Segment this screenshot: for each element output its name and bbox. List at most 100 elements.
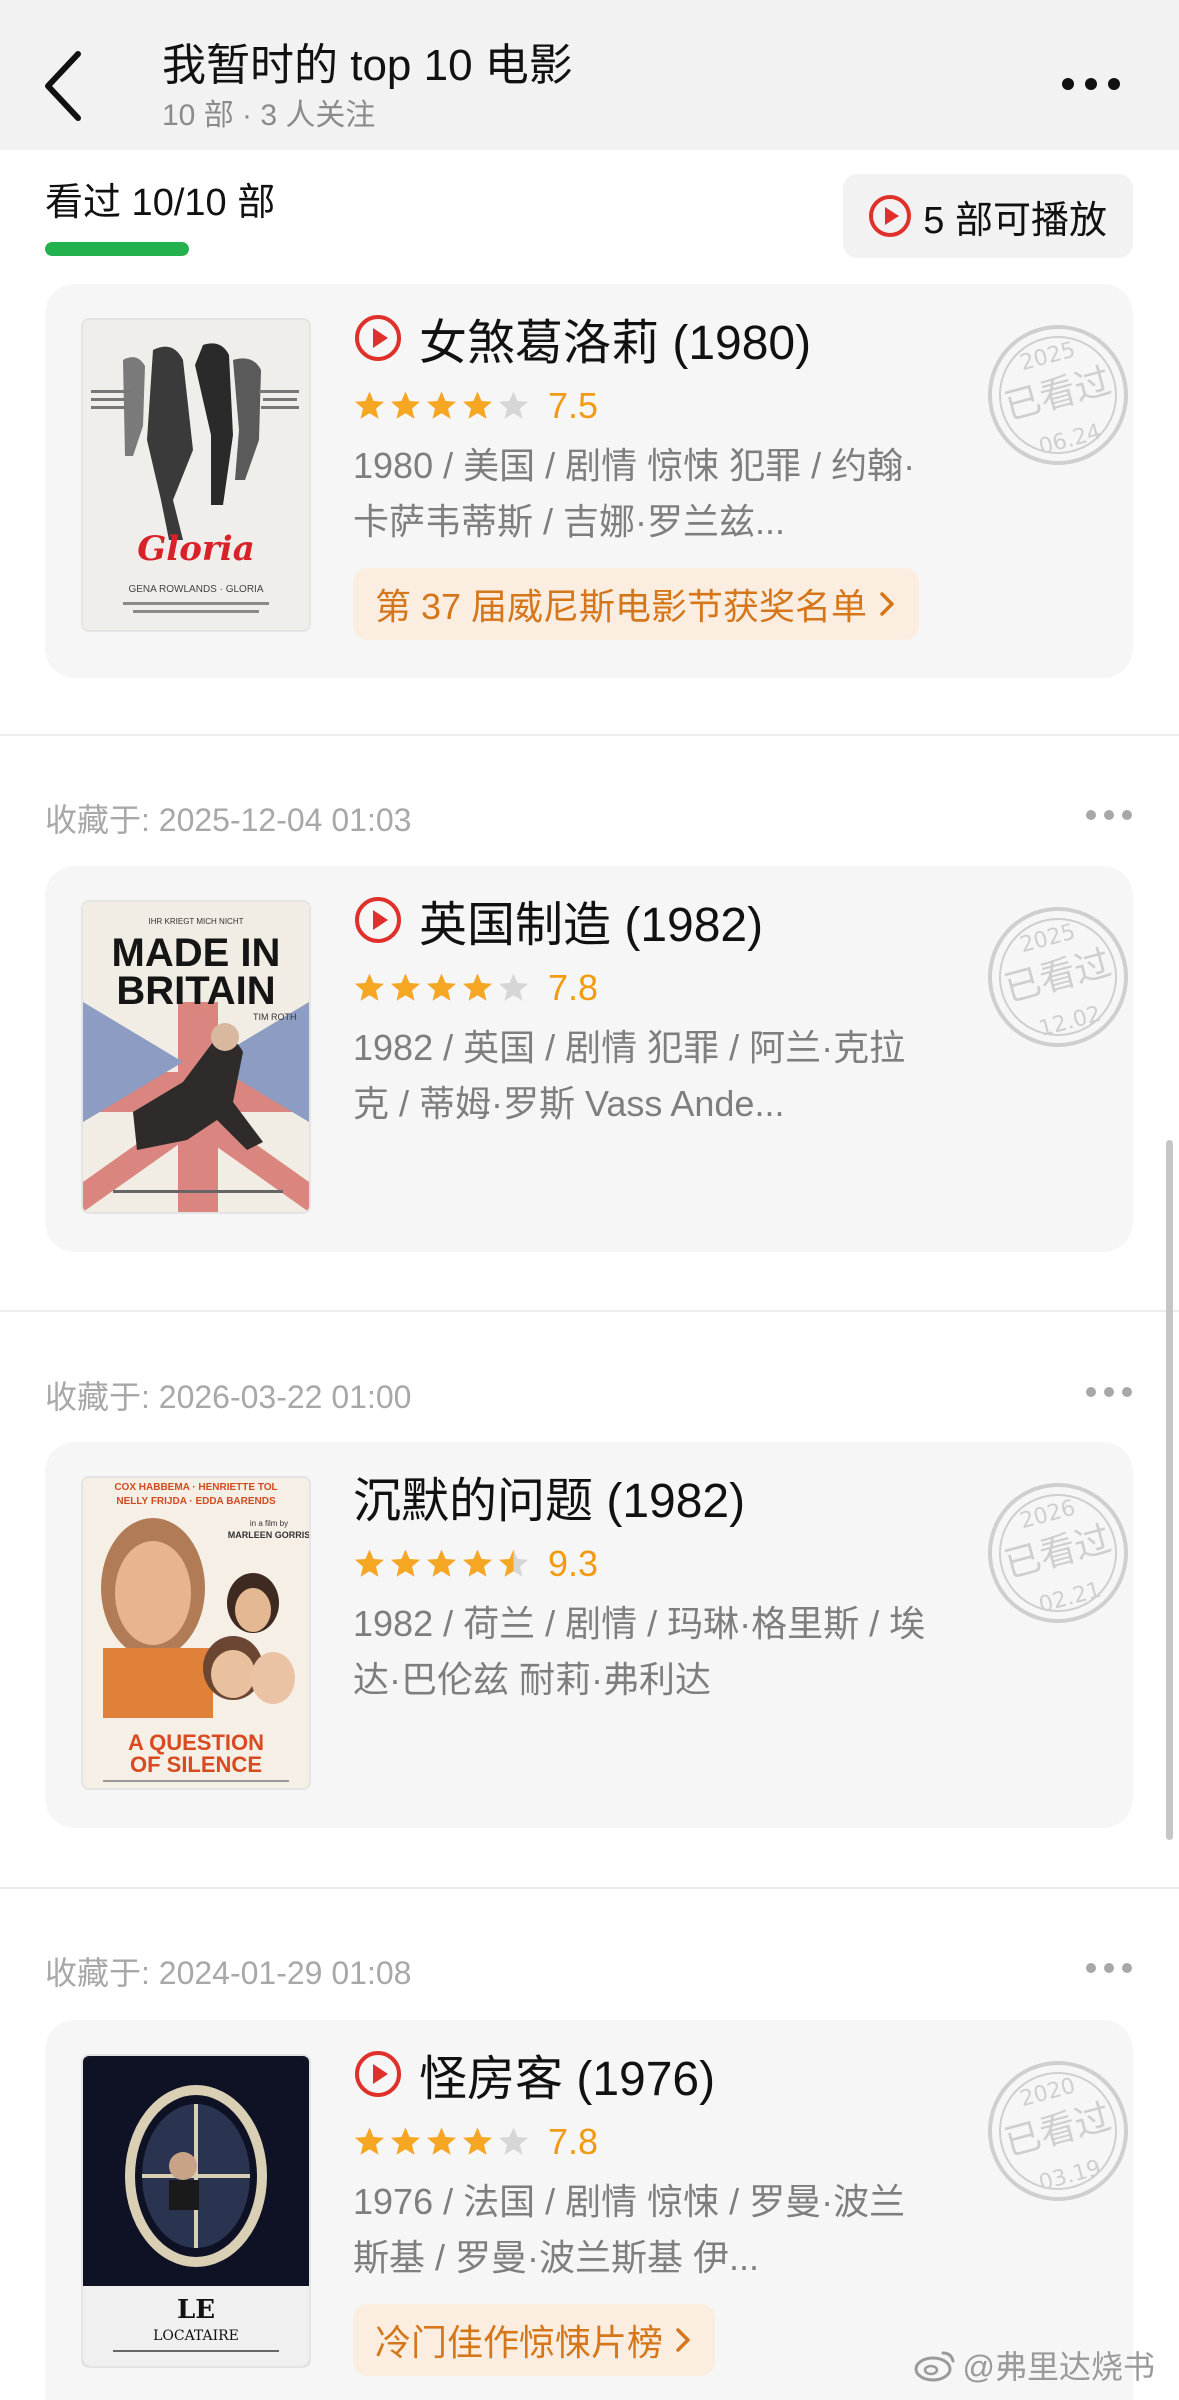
svg-text:in a film by: in a film by <box>250 1519 288 1528</box>
star-filled-icon <box>463 2127 492 2155</box>
rating-score: 7.5 <box>548 385 599 426</box>
chevron-right-icon <box>880 592 894 616</box>
more-options-icon[interactable] <box>1085 1961 1133 1975</box>
play-circle-icon[interactable] <box>353 895 403 945</box>
list-tag[interactable]: 冷门佳作惊悚片榜 <box>353 2304 716 2376</box>
movie-title[interactable]: 女煞葛洛莉 (1980) <box>419 303 811 373</box>
movie-info: 沉默的问题 (1982) 9.3 1982 / 荷兰 / 剧情 / 玛琳·格里斯… <box>353 1460 1093 1708</box>
star-half-icon <box>499 1549 528 1577</box>
movie-info: 怪房客 (1976) 7.8 1976 / 法国 / 剧情 惊悚 / 罗曼·波兰… <box>353 2038 1093 2376</box>
stamp-label: 已看过 <box>1000 361 1115 429</box>
star-filled-icon <box>391 2127 420 2155</box>
playable-label: 5 部可播放 <box>923 199 1107 242</box>
star-rating <box>353 972 530 1005</box>
star-filled-icon <box>391 391 420 419</box>
watched-stamp-icon: 2025 已看过 06.24 <box>988 325 1128 465</box>
saved-date: 收藏于: 2026-03-22 01:00 <box>45 1379 412 1415</box>
movie-title[interactable]: 怪房客 (1976) <box>419 2039 715 2109</box>
poster-title: OF SILENCE <box>130 1752 262 1777</box>
star-rating <box>353 1548 530 1581</box>
page-subtitle: 10 部 · 3 人关注 <box>162 99 376 132</box>
playable-filter-button[interactable]: 5 部可播放 <box>843 174 1133 258</box>
poster-title: LOCATAIRE <box>153 2328 239 2344</box>
movie-poster[interactable]: COX HABBEMA · HENRIETTE TOL NELLY FRIJDA… <box>83 1478 309 1788</box>
movie-meta: 1982 / 英国 / 剧情 犯罪 / 阿兰·克拉克 / 蒂姆·罗斯 Vass … <box>353 1027 906 1124</box>
watched-progress-fill <box>45 242 189 256</box>
watched-count[interactable]: 看过 10/10 部 <box>45 178 275 228</box>
movie-info: 英国制造 (1982) 7.8 1982 / 英国 / 剧情 犯罪 / 阿兰·克… <box>353 884 1093 1132</box>
poster-credit: GENA ROWLANDS · GLORIA <box>128 584 263 595</box>
poster-cast: COX HABBEMA · HENRIETTE TOL <box>114 1482 277 1493</box>
divider <box>0 1887 1179 1889</box>
stamp-label: 已看过 <box>1000 1519 1115 1587</box>
title-block: 我暂时的 top 10 电影 10 部 · 3 人关注 <box>162 38 573 136</box>
movie-poster[interactable]: Gloria GENA ROWLANDS · GLORIA <box>83 320 309 630</box>
movie-poster[interactable]: LE LOCATAIRE <box>83 2056 309 2366</box>
movie-card[interactable]: IHR KRIEGT MICH NICHT MADE IN BRITAIN TI… <box>45 866 1133 1252</box>
star-empty-icon <box>499 2127 528 2155</box>
watched-stamp-icon: 2026 已看过 02.21 <box>988 1483 1128 1623</box>
stamp-label: 已看过 <box>1000 943 1115 1011</box>
watched-progress-bar <box>45 242 189 256</box>
star-filled-icon <box>427 1549 456 1577</box>
poster-credit: TIM ROTH <box>253 1012 297 1022</box>
movie-title[interactable]: 英国制造 (1982) <box>419 885 763 955</box>
star-empty-icon <box>499 973 528 1001</box>
chevron-right-icon <box>676 2328 690 2352</box>
star-rating <box>353 2126 530 2159</box>
poster-title: BRITAIN <box>116 969 275 1013</box>
star-filled-icon <box>391 973 420 1001</box>
back-arrow-icon[interactable] <box>38 46 94 126</box>
star-filled-icon <box>463 1549 492 1577</box>
stamp-label: 已看过 <box>1000 2097 1115 2165</box>
star-filled-icon <box>427 391 456 419</box>
star-filled-icon <box>463 973 492 1001</box>
movie-card[interactable]: Gloria GENA ROWLANDS · GLORIA 女煞葛洛莉 (198… <box>45 284 1133 678</box>
star-empty-icon <box>499 391 528 419</box>
movie-meta: 1982 / 荷兰 / 剧情 / 玛琳·格里斯 / 埃达·巴伦兹 耐莉·弗利达 <box>353 1603 926 1700</box>
top-bar: 我暂时的 top 10 电影 10 部 · 3 人关注 <box>0 0 1179 150</box>
star-filled-icon <box>463 391 492 419</box>
star-filled-icon <box>355 973 384 1001</box>
divider <box>0 1310 1179 1312</box>
play-circle-icon[interactable] <box>353 2049 403 2099</box>
more-options-icon[interactable] <box>1085 808 1133 822</box>
poster-director: MARLEEN GORRIS <box>228 1530 309 1540</box>
watched-stamp-icon: 2025 已看过 12.02 <box>988 907 1128 1047</box>
play-circle-icon <box>869 195 912 237</box>
list-tag-label: 冷门佳作惊悚片榜 <box>375 2322 664 2363</box>
rating-score: 7.8 <box>548 2121 599 2162</box>
watermark: @弗里达烧书 <box>913 2342 1155 2388</box>
play-circle-icon[interactable] <box>353 313 403 363</box>
movie-meta: 1976 / 法国 / 剧情 惊悚 / 罗曼·波兰斯基 / 罗曼·波兰斯基 伊.… <box>353 2181 906 2278</box>
star-filled-icon <box>355 1549 384 1577</box>
award-list-tag[interactable]: 第 37 届威尼斯电影节获奖名单 <box>353 568 920 640</box>
more-options-icon[interactable] <box>1085 1385 1133 1399</box>
divider <box>0 734 1179 736</box>
star-filled-icon <box>427 973 456 1001</box>
svg-text:IHR KRIEGT MICH NICHT: IHR KRIEGT MICH NICHT <box>149 917 244 926</box>
award-list-label: 第 37 届威尼斯电影节获奖名单 <box>375 586 868 627</box>
saved-date: 收藏于: 2025-12-04 01:03 <box>45 802 412 838</box>
movie-title[interactable]: 沉默的问题 (1982) <box>353 1461 745 1531</box>
rating-score: 7.8 <box>548 967 599 1008</box>
weibo-logo-icon <box>914 2351 954 2382</box>
poster-cast: NELLY FRIJDA · EDDA BARENDS <box>116 1496 276 1507</box>
poster-title: Gloria <box>137 529 255 569</box>
more-options-icon[interactable] <box>1059 66 1123 102</box>
star-filled-icon <box>427 2127 456 2155</box>
status-bar: 看过 10/10 部 5 部可播放 <box>0 150 1179 285</box>
star-rating <box>353 390 530 423</box>
movie-poster[interactable]: IHR KRIEGT MICH NICHT MADE IN BRITAIN TI… <box>83 902 309 1212</box>
rating-score: 9.3 <box>548 1543 599 1584</box>
page-title: 我暂时的 top 10 电影 <box>162 41 573 90</box>
movie-info: 女煞葛洛莉 (1980) 7.5 1980 / 美国 / 剧情 惊悚 犯罪 / … <box>353 302 1093 640</box>
watched-stamp-icon: 2020 已看过 03.19 <box>988 2061 1128 2201</box>
saved-date: 收藏于: 2024-01-29 01:08 <box>45 1955 412 1991</box>
scrollbar[interactable] <box>1166 1140 1173 1840</box>
movie-meta: 1980 / 美国 / 剧情 惊悚 犯罪 / 约翰·卡萨韦蒂斯 / 吉娜·罗兰兹… <box>353 445 916 542</box>
star-filled-icon <box>355 2127 384 2155</box>
movie-card[interactable]: COX HABBEMA · HENRIETTE TOL NELLY FRIJDA… <box>45 1442 1133 1828</box>
poster-title: LE <box>177 2295 215 2325</box>
star-filled-icon <box>391 1549 420 1577</box>
